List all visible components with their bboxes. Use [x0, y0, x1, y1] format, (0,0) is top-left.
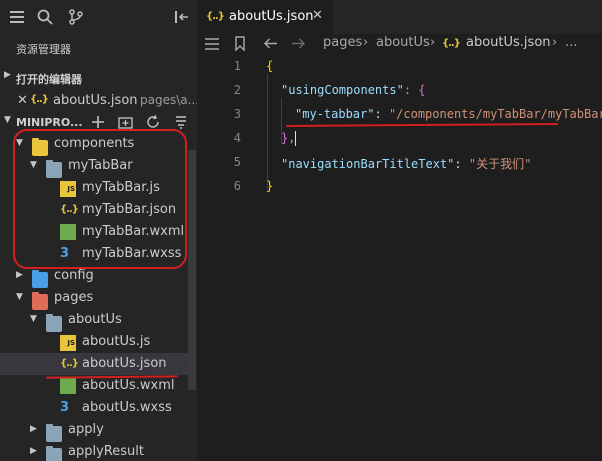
code-line-3[interactable]: "my-tabbar": "/components/myTabBar/myTab… [295, 107, 602, 121]
sidebar-toolbar [0, 0, 197, 34]
open-editors-label: 打开的编辑器 [16, 73, 82, 86]
open-editor-item[interactable]: ✕ {..} aboutUs.json pages\a... [0, 90, 200, 112]
tree-item-label: aboutUs.wxml [82, 378, 175, 393]
chevron-down-icon: ▼ [30, 314, 37, 324]
folder-icon [46, 314, 62, 332]
tree-item[interactable]: aboutUs.wxml [0, 375, 188, 397]
source-control-icon[interactable] [67, 8, 85, 26]
tree-item-label: aboutUs.wxss [82, 400, 172, 415]
menu-icon[interactable] [8, 8, 26, 26]
code-line-1[interactable]: { [266, 59, 273, 73]
sidebar-scrollbar[interactable] [188, 150, 196, 390]
tab-bar: {..} aboutUs.json ✕ [197, 0, 602, 34]
bookmark-icon[interactable] [234, 36, 246, 51]
line-number: 3 [233, 107, 241, 121]
code-line-4[interactable]: }, [281, 131, 297, 146]
tree-item[interactable]: JS aboutUs.js [0, 331, 188, 353]
chevron-right-icon: ▶ [30, 424, 37, 434]
close-icon[interactable]: ✕ [312, 8, 323, 23]
chevron-down-icon: ▼ [16, 292, 23, 302]
tree-item[interactable]: ▶ applyResult [0, 441, 188, 461]
line-number: 5 [233, 155, 241, 169]
tree-item-label: applyResult [68, 444, 144, 459]
folder-icon [32, 292, 48, 310]
wxss-file-icon: 3 [60, 400, 70, 415]
breadcrumb-more[interactable]: ... [565, 35, 577, 50]
json-string: "关于我们" [468, 157, 532, 171]
open-editor-filename: aboutUs.json [53, 93, 138, 108]
breadcrumb-aboutus[interactable]: aboutUs [376, 35, 430, 50]
folder-icon [32, 270, 48, 288]
arrow-right-icon[interactable] [291, 37, 306, 50]
tree-item-label: aboutUs.js [82, 334, 151, 349]
open-editors-header[interactable]: ▶ 打开的编辑器 [0, 67, 197, 89]
json-file-icon: {..} [206, 11, 225, 22]
collapse-panel-icon[interactable] [173, 8, 191, 26]
tree-item[interactable]: ▶ apply [0, 419, 188, 442]
tree-item[interactable]: ▼ aboutUs [0, 309, 188, 332]
tree-item-label: aboutUs.json [82, 356, 167, 371]
line-number: 2 [233, 83, 241, 97]
close-brace: }, [281, 131, 296, 145]
chevron-right-icon: › [363, 35, 369, 50]
new-file-icon[interactable] [91, 115, 105, 129]
breadcrumb-pages[interactable]: pages [323, 35, 362, 50]
code-line-5[interactable]: "navigationBarTitleText": "关于我们" [281, 155, 531, 172]
code-line-6[interactable]: } [266, 179, 273, 193]
tree-item-label: config [54, 268, 94, 283]
tab-aboutus-json[interactable]: {..} aboutUs.json ✕ [197, 0, 333, 34]
chevron-down-icon: ▼ [4, 115, 11, 125]
chevron-right-icon: ▶ [30, 446, 37, 456]
folder-icon [46, 424, 62, 442]
line-number: 4 [233, 131, 241, 145]
new-folder-icon[interactable] [118, 115, 133, 129]
tab-label: aboutUs.json [229, 9, 314, 24]
explorer-title: 资源管理器 [16, 43, 71, 56]
tree-item-label: aboutUs [68, 312, 122, 327]
code-line-2[interactable]: "usingComponents": { [281, 83, 426, 97]
line-number: 6 [233, 179, 241, 193]
json-key: "navigationBarTitleText" [281, 157, 455, 171]
json-string: "/components/myTabBar/myTabBar" [388, 107, 602, 121]
js-file-icon: JS [60, 335, 76, 351]
text-cursor [295, 131, 297, 146]
breadcrumb: pages › aboutUs › {..} aboutUs.json › ..… [197, 34, 602, 54]
tree-item[interactable]: 3 aboutUs.wxss [0, 397, 188, 419]
close-brace: } [266, 179, 274, 193]
json-punct: : [374, 107, 389, 121]
project-label: MINIPRO... [16, 116, 83, 129]
json-punct: : [454, 157, 469, 171]
open-brace: { [266, 59, 274, 73]
json-punct: : { [403, 83, 426, 97]
close-icon[interactable]: ✕ [17, 93, 28, 108]
arrow-left-icon[interactable] [263, 37, 278, 50]
list-icon[interactable] [204, 37, 220, 51]
chevron-right-icon: › [430, 35, 436, 50]
tree-item-label: apply [68, 422, 104, 437]
line-number: 1 [233, 59, 241, 73]
folder-icon [46, 446, 62, 461]
tree-item[interactable]: {..} aboutUs.json [0, 353, 188, 375]
chevron-right-icon: › [552, 35, 558, 50]
wxml-file-icon [60, 378, 76, 394]
chevron-right-icon: ▶ [4, 70, 11, 80]
json-file-icon: {..} [442, 38, 461, 49]
json-key: "my-tabbar" [295, 107, 375, 121]
collapse-all-icon[interactable] [174, 115, 188, 129]
tree-item[interactable]: ▼ pages [0, 287, 188, 310]
refresh-icon[interactable] [146, 115, 160, 129]
annotation-underline [285, 123, 559, 127]
open-editor-path: pages\a... [140, 93, 200, 107]
json-file-icon: {..} [30, 94, 49, 105]
chevron-right-icon: ▶ [16, 270, 23, 280]
tree-item-label: pages [54, 290, 94, 305]
json-file-icon: {..} [60, 358, 79, 369]
editor-area: {..} aboutUs.json ✕ pages › aboutUs › {.… [197, 0, 602, 461]
breadcrumb-file[interactable]: aboutUs.json [466, 35, 551, 50]
indent-guide [267, 74, 268, 192]
search-icon[interactable] [36, 8, 54, 26]
annotation-circle [13, 129, 187, 269]
json-key: "usingComponents" [281, 83, 404, 97]
